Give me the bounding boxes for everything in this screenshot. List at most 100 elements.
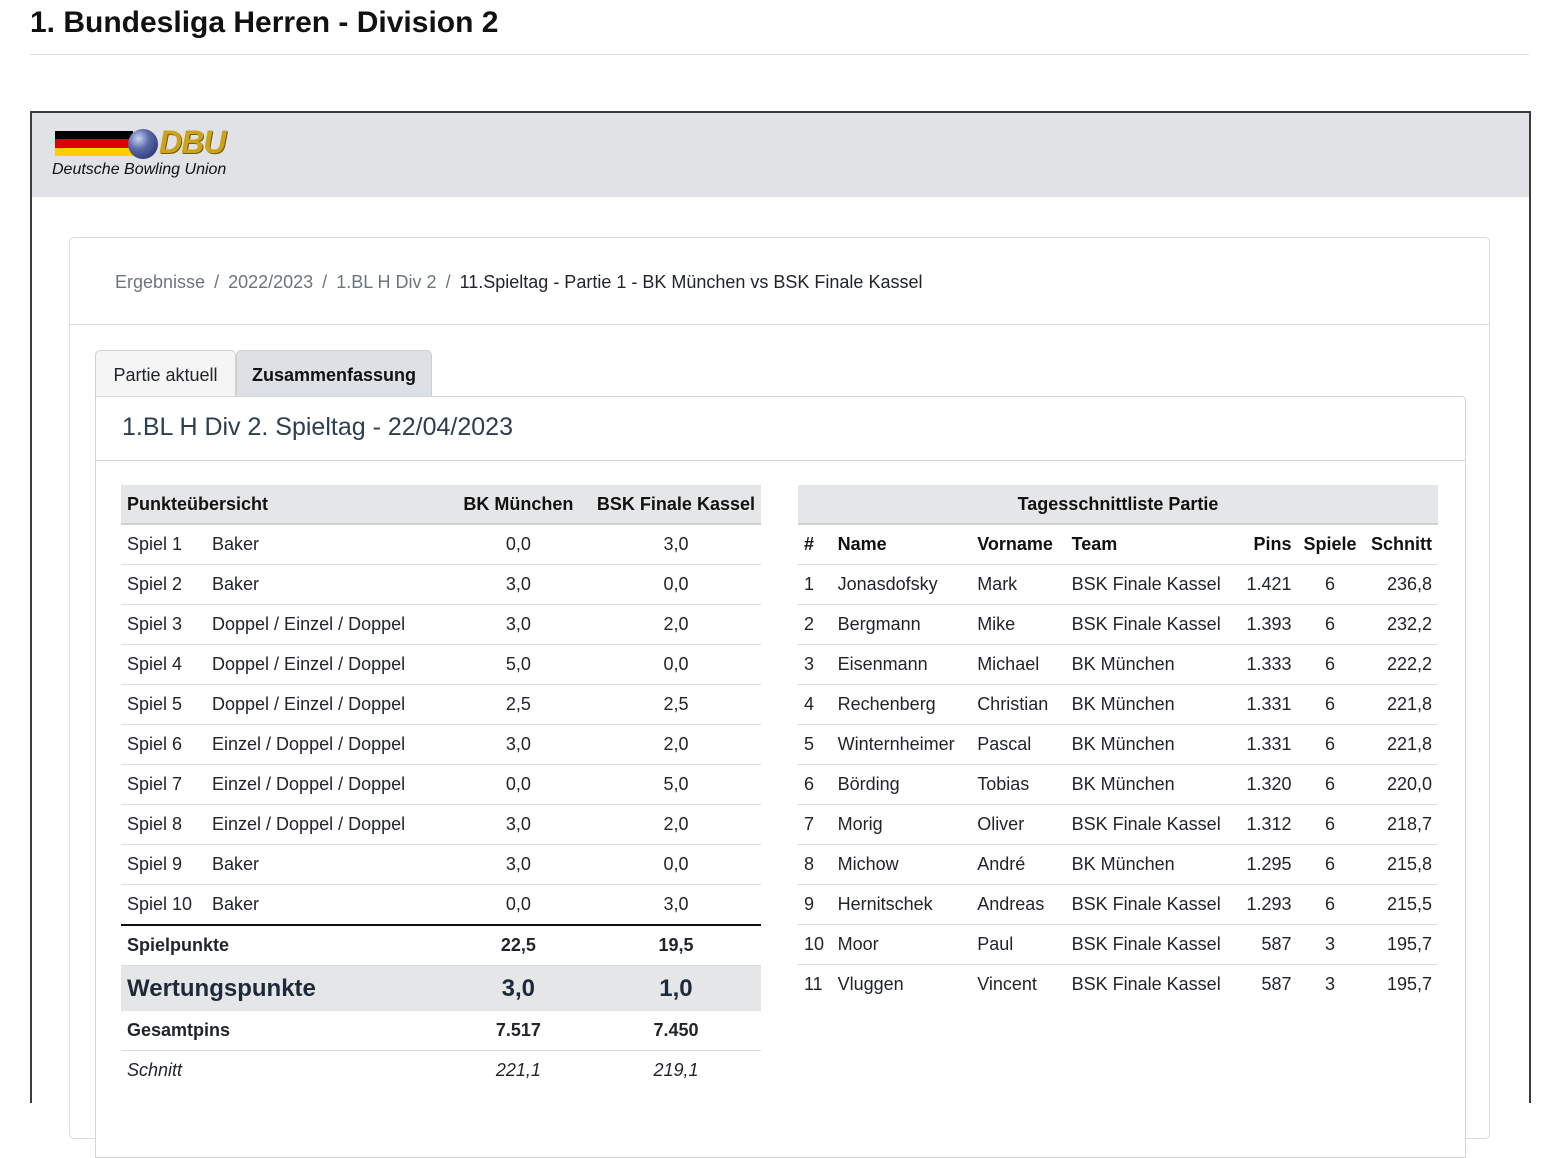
- game-row: Spiel 2 Baker 3,0 0,0: [121, 564, 761, 605]
- game-points-team-a: 2,5: [445, 684, 591, 725]
- player-spiele: 6: [1297, 764, 1363, 805]
- player-spiele: 6: [1297, 844, 1363, 885]
- german-flag-icon: [55, 131, 133, 156]
- game-points-team-b: 0,0: [590, 644, 761, 685]
- game-type: Einzel / Doppel / Doppel: [206, 764, 446, 805]
- player-vorname: Pascal: [971, 724, 1066, 765]
- table-title-row: Tagesschnittliste Partie: [798, 485, 1438, 525]
- player-vorname: Vincent: [977, 974, 1037, 994]
- logo-mark: DBU: [159, 124, 226, 160]
- player-rank: 11: [804, 974, 823, 994]
- player-vorname: Paul: [971, 924, 1066, 965]
- game-points-team-a: 0,0: [445, 524, 591, 565]
- player-pins: 1.320: [1226, 764, 1298, 805]
- tab-partie-aktuell[interactable]: Partie aktuell: [95, 350, 236, 396]
- player-schnitt: 195,7: [1386, 974, 1432, 994]
- schnitt-row: Schnitt 221,1 219,1: [121, 1050, 761, 1090]
- player-rank: 10: [798, 924, 832, 965]
- player-team: BK München: [1065, 844, 1227, 885]
- player-vorname: Oliver: [971, 804, 1066, 845]
- player-pins: 1.293: [1226, 884, 1298, 925]
- game-row: Spiel 10 Baker 0,0 3,0: [121, 884, 761, 926]
- player-team: BK München: [1065, 684, 1227, 725]
- spielpunkte-team-b: 19,5: [590, 925, 761, 966]
- player-spiele: 6: [1297, 724, 1363, 765]
- breadcrumb-item-season[interactable]: 2022/2023: [228, 272, 313, 292]
- player-schnitt: 232,2: [1362, 604, 1438, 645]
- gesamtpins-row: Gesamtpins 7.517 7.450: [121, 1011, 761, 1051]
- table-row: 11 Vluggen Vincent BSK Finale Kassel 587 3 195…: [798, 965, 1438, 1005]
- game-points-team-b: 2,0: [590, 724, 761, 765]
- breadcrumb-item-league[interactable]: 1.BL H Div 2: [336, 272, 436, 292]
- player-pins: 587: [1261, 974, 1292, 994]
- player-pins: 1.333: [1226, 644, 1298, 685]
- game-row: Spiel 1 Baker 0,0 3,0: [121, 524, 761, 565]
- table-row: 6 Börding Tobias BK München 1.320 6 220,0: [798, 764, 1438, 805]
- game-points-team-a: 0,0: [445, 764, 591, 805]
- player-team: BSK Finale Kassel: [1065, 924, 1227, 965]
- game-number: Spiel 2: [121, 564, 207, 605]
- player-team: BSK Finale Kassel: [1071, 974, 1221, 994]
- column-header-schnitt: Schnitt: [1362, 524, 1438, 565]
- schnitt-team-a: 221,1: [445, 1050, 591, 1090]
- schnitt-label: Schnitt: [121, 1050, 446, 1090]
- player-spiele: 6: [1297, 564, 1363, 605]
- game-points-team-a: 0,0: [445, 884, 591, 926]
- player-vorname: Tobias: [971, 764, 1066, 805]
- column-header-name: Name: [831, 524, 972, 565]
- panel-header: 1.BL H Div 2. Spieltag - 22/04/2023: [96, 397, 1465, 461]
- player-name: Bergmann: [831, 604, 972, 645]
- tagesschnittliste-table: Tagesschnittliste Partie # Name Vorname …: [798, 485, 1438, 1004]
- game-type: Doppel / Einzel / Doppel: [206, 684, 446, 725]
- player-spiele: 3: [1325, 974, 1336, 994]
- player-name: Vluggen: [837, 974, 904, 994]
- game-number: Spiel 9: [121, 844, 207, 885]
- results-card: Ergebnisse / 2022/2023 / 1.BL H Div 2 / 11.Spi…: [69, 237, 1490, 1158]
- dbu-logo[interactable]: DBU Deutsche Bowling Union: [52, 124, 252, 187]
- gesamtpins-label: Gesamtpins: [121, 1011, 446, 1051]
- wertungspunkte-team-b: 1,0: [590, 965, 761, 1011]
- embedded-results-frame: DBU Deutsche Bowling Union Ergebnisse/20…: [30, 111, 1531, 1158]
- player-spiele: 6: [1297, 604, 1363, 645]
- breadcrumb-item-ergebnisse[interactable]: Ergebnisse: [115, 272, 205, 292]
- game-points-team-b: 3,0: [590, 884, 761, 926]
- player-rank: 4: [798, 684, 832, 725]
- player-vorname: Christian: [971, 684, 1066, 725]
- column-header-vorname: Vorname: [971, 524, 1066, 565]
- player-team: BSK Finale Kassel: [1065, 884, 1227, 925]
- player-name: Hernitschek: [831, 884, 972, 925]
- player-schnitt: 215,5: [1362, 884, 1438, 925]
- player-name: Winternheimer: [831, 724, 972, 765]
- player-schnitt: 195,7: [1362, 924, 1438, 965]
- player-team: BSK Finale Kassel: [1065, 564, 1227, 605]
- game-row: Spiel 6 Einzel / Doppel / Doppel 3,0 2,0: [121, 724, 761, 765]
- player-schnitt: 215,8: [1362, 844, 1438, 885]
- player-rank: 8: [798, 844, 832, 885]
- player-team: BSK Finale Kassel: [1065, 604, 1227, 645]
- gesamtpins-team-b: 7.450: [590, 1011, 761, 1051]
- game-points-team-b: 0,0: [590, 564, 761, 605]
- player-pins: 1.421: [1226, 564, 1298, 605]
- player-pins: 1.331: [1226, 724, 1298, 765]
- player-rank: 7: [798, 804, 832, 845]
- game-type: Baker: [206, 524, 446, 565]
- tab-zusammenfassung[interactable]: Zusammenfassung: [236, 350, 432, 396]
- wertungspunkte-row: Wertungspunkte 3,0 1,0: [121, 965, 761, 1011]
- table-row: 2 Bergmann Mike BSK Finale Kassel 1.393 6 232,…: [798, 604, 1438, 645]
- flag-stripe-gold: [55, 147, 133, 156]
- column-header-team-a: BK München: [445, 485, 591, 525]
- player-schnitt: 221,8: [1362, 684, 1438, 725]
- wertungspunkte-team-a: 3,0: [445, 965, 591, 1011]
- game-type: Doppel / Einzel / Doppel: [206, 644, 446, 685]
- game-points-team-b: 2,0: [590, 804, 761, 845]
- game-type: Einzel / Doppel / Doppel: [206, 804, 446, 845]
- column-header-punkteuebersicht: Punkteübersicht: [121, 485, 446, 525]
- game-number: Spiel 8: [121, 804, 207, 845]
- card-header: Ergebnisse / 2022/2023 / 1.BL H Div 2 / 11.Spi…: [70, 238, 1489, 325]
- player-spiele: 6: [1297, 684, 1363, 725]
- player-name: Morig: [831, 804, 972, 845]
- player-name: Eisenmann: [831, 644, 972, 685]
- player-team: BK München: [1065, 764, 1227, 805]
- player-pins: 1.393: [1226, 604, 1298, 645]
- game-points-team-b: 0,0: [590, 844, 761, 885]
